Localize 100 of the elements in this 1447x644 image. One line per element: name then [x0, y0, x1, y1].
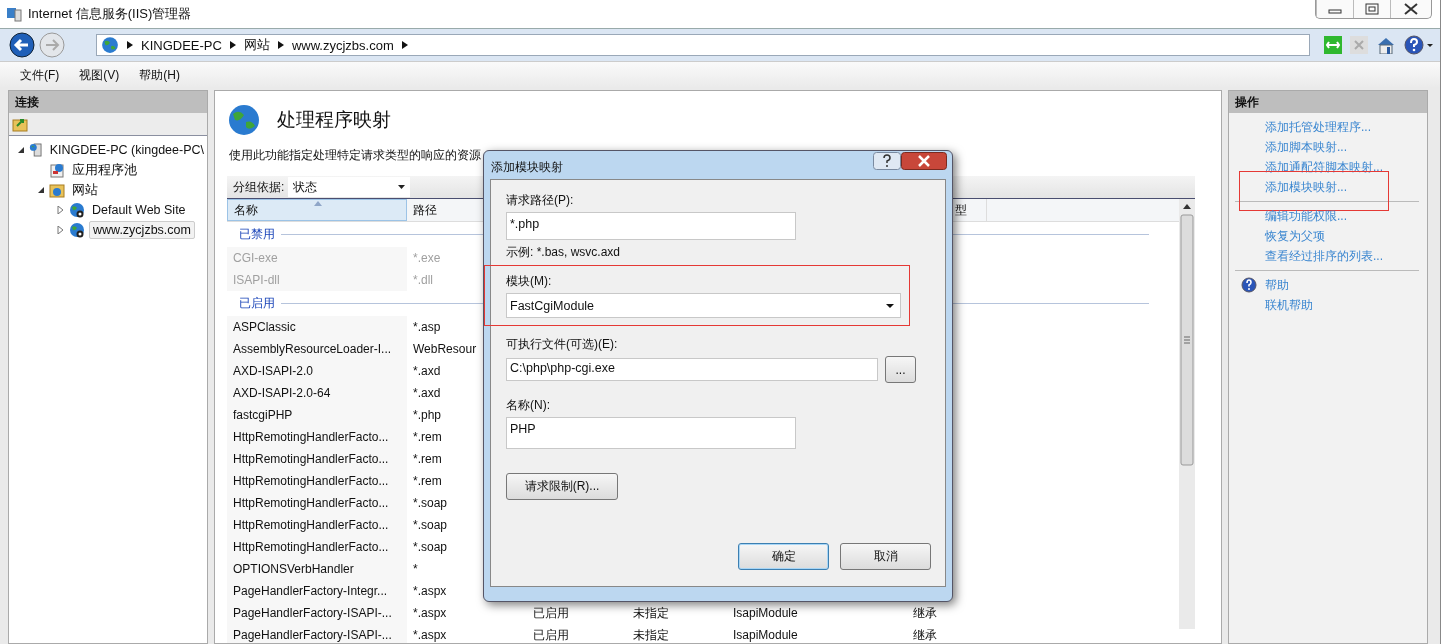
group-header: 已启用 — [239, 295, 276, 312]
table-cell: 已启用 — [533, 604, 569, 622]
table-cell: HttpRemotingHandlerFacto... — [233, 430, 389, 444]
table-cell: IsapiModule — [733, 606, 798, 620]
tree-item[interactable]: www.zycjzbs.com — [89, 221, 195, 239]
field-label: 名称(N): — [506, 397, 551, 414]
table-cell: *.rem — [413, 430, 442, 444]
table-cell: OPTIONSVerbHandler — [233, 562, 354, 576]
table-cell: *.dll — [413, 273, 433, 287]
table-cell: AssemblyResourceLoader-I... — [233, 342, 392, 356]
table-cell: WebResour — [413, 342, 477, 356]
globe-icon — [101, 36, 119, 54]
table-cell: AXD-ISAPI-2.0 — [233, 364, 314, 378]
menu-item[interactable]: 视图(V) — [79, 66, 120, 84]
globe-icon — [69, 202, 85, 218]
page-title: 处理程序映射 — [277, 108, 391, 132]
group-header: 已禁用 — [239, 226, 276, 243]
action-link[interactable]: 编辑功能权限... — [1265, 207, 1347, 225]
table-cell: *.soap — [413, 518, 448, 532]
table-cell: PageHandlerFactory-ISAPI-... — [233, 606, 392, 620]
chevron-icon — [127, 41, 133, 49]
field-label: 模块(M): — [506, 273, 553, 290]
action-link[interactable]: 添加托管处理程序... — [1265, 118, 1371, 136]
panel-header: 连接 — [9, 91, 207, 113]
sort-arrow-icon — [314, 201, 322, 206]
dialog-title: 添加模块映射 — [491, 159, 563, 176]
table-cell: *.asp — [413, 320, 441, 334]
table-cell: HttpRemotingHandlerFacto... — [233, 540, 389, 554]
table-cell: AXD-ISAPI-2.0-64 — [233, 386, 331, 400]
table-cell: *.rem — [413, 452, 442, 466]
table-cell: *.aspx — [413, 606, 447, 620]
table-cell: *.soap — [413, 540, 448, 554]
table-cell: 未指定 — [633, 604, 669, 622]
menu-item[interactable]: 文件(F) — [20, 66, 60, 84]
hint-text: 示例: *.bas, wsvc.axd — [506, 244, 622, 261]
input-field[interactable]: PHP — [506, 417, 796, 449]
window-title: Internet 信息服务(IIS)管理器 — [28, 5, 193, 23]
tree-item[interactable]: Default Web Site — [89, 202, 189, 218]
table-cell: 继承 — [913, 604, 937, 622]
refresh-icon — [1324, 36, 1342, 54]
table-cell: *.exe — [413, 251, 441, 265]
request-restrictions-button[interactable]: 请求限制(R)... — [506, 473, 618, 500]
globe-icon — [69, 222, 85, 238]
tree-item[interactable]: KINGDEE-PC (kingdee-PC\ — [46, 142, 207, 158]
breadcrumb[interactable]: 网站 — [243, 36, 270, 54]
menu-item[interactable]: 帮助(H) — [139, 66, 180, 84]
table-cell: ASPClassic — [233, 320, 296, 334]
folder-icon — [49, 182, 65, 198]
table-cell: *.axd — [413, 386, 441, 400]
action-link[interactable]: 联机帮助 — [1265, 296, 1313, 314]
action-link[interactable]: 查看经过排序的列表... — [1265, 247, 1383, 265]
table-cell: CGI-exe — [233, 251, 278, 265]
app-pool-icon — [49, 162, 65, 178]
table-cell: *.axd — [413, 364, 441, 378]
table-cell: *.soap — [413, 496, 448, 510]
table-cell: HttpRemotingHandlerFacto... — [233, 452, 389, 466]
breadcrumb[interactable]: www.zycjzbs.com — [291, 37, 394, 53]
column-header[interactable]: 名称 — [227, 199, 407, 221]
table-cell: 继承 — [913, 626, 937, 643]
dropdown-arrow-icon — [886, 303, 894, 308]
table-cell: *.rem — [413, 474, 442, 488]
table-cell: fastcgiPHP — [233, 408, 293, 422]
description-text: 使用此功能指定处理特定请求类型的响应的资源 — [229, 147, 481, 164]
group-by-dropdown[interactable]: 状态 — [288, 177, 411, 197]
table-cell: *.aspx — [413, 628, 447, 642]
address-bar[interactable]: KINGDEE-PC 网站 www.zycjzbs.com — [96, 34, 1310, 56]
table-cell: PageHandlerFactory-Integr... — [233, 584, 388, 598]
server-icon — [29, 142, 43, 158]
chevron-icon — [401, 41, 408, 49]
field-label: 可执行文件(可选)(E): — [506, 336, 619, 353]
ok-button[interactable]: 确定 — [738, 543, 829, 570]
table-cell: ISAPI-dll — [233, 273, 280, 287]
tree-item[interactable]: 应用程序池 — [69, 160, 140, 180]
table-cell: HttpRemotingHandlerFacto... — [233, 518, 389, 532]
chevron-icon — [229, 41, 236, 49]
input-field[interactable]: *.php — [506, 212, 796, 240]
breadcrumb[interactable]: KINGDEE-PC — [141, 37, 222, 53]
action-link[interactable]: 恢复为父项 — [1265, 227, 1325, 245]
table-cell: HttpRemotingHandlerFacto... — [233, 474, 389, 488]
folder-icon — [12, 116, 28, 132]
tree-item[interactable]: 网站 — [69, 180, 101, 200]
stop-icon — [1350, 36, 1368, 54]
group-by-label: 分组依据: — [232, 178, 286, 196]
help-icon — [1241, 277, 1257, 293]
input-field[interactable]: C:\php\php-cgi.exe — [506, 358, 878, 381]
action-link[interactable]: 添加模块映射... — [1265, 178, 1347, 196]
table-cell: HttpRemotingHandlerFacto... — [233, 496, 389, 510]
cancel-button[interactable]: 取消 — [840, 543, 931, 570]
table-cell: *.php — [413, 408, 442, 422]
table-cell: * — [413, 562, 418, 576]
browse-button[interactable]: ... — [885, 356, 916, 383]
app-icon — [6, 6, 22, 22]
dropdown-arrow-icon — [398, 185, 406, 189]
table-cell: IsapiModule — [733, 628, 798, 642]
module-dropdown[interactable]: FastCgiModule — [506, 293, 901, 318]
table-cell: *.aspx — [413, 584, 447, 598]
action-link[interactable]: 帮助 — [1265, 276, 1289, 294]
chevron-icon — [277, 41, 284, 49]
table-cell: 已启用 — [533, 626, 569, 643]
action-link[interactable]: 添加脚本映射... — [1265, 138, 1347, 156]
